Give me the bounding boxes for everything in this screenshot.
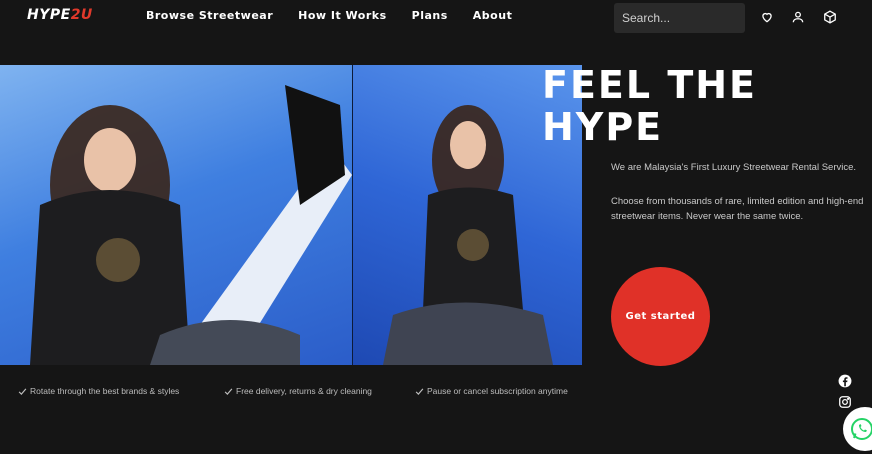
feature-text: Pause or cancel subscription anytime bbox=[427, 386, 568, 396]
nav-how-it-works[interactable]: How It Works bbox=[298, 9, 387, 22]
hero-title-line1: FEEL THE bbox=[542, 63, 757, 107]
hero-description-line1: Choose from thousands of rare, limited e… bbox=[611, 196, 864, 207]
main-nav: Browse Streetwear How It Works Plans Abo… bbox=[146, 9, 537, 22]
feature-item: Free delivery, returns & dry cleaning bbox=[224, 386, 415, 396]
hero-title-line2: HYPE bbox=[542, 105, 664, 149]
nav-browse-streetwear[interactable]: Browse Streetwear bbox=[146, 9, 273, 22]
logo-text: HYPE bbox=[27, 7, 71, 23]
search-input[interactable] bbox=[614, 3, 745, 33]
hype2u-logo[interactable]: HYPE2U bbox=[27, 7, 93, 23]
heart-icon[interactable] bbox=[760, 10, 774, 24]
check-icon bbox=[415, 387, 424, 395]
feature-text: Free delivery, returns & dry cleaning bbox=[236, 386, 372, 396]
feature-item: Rotate through the best brands & styles bbox=[18, 386, 224, 396]
hero-photo-left bbox=[0, 65, 352, 365]
hero-description-line2: streetwear items. Never wear the same tw… bbox=[611, 211, 804, 222]
feature-text: Rotate through the best brands & styles bbox=[30, 386, 180, 396]
instagram-icon[interactable] bbox=[838, 395, 852, 409]
nav-about[interactable]: About bbox=[473, 9, 513, 22]
whatsapp-chat-button[interactable] bbox=[843, 407, 872, 451]
hero-tagline: We are Malaysia's First Luxury Streetwea… bbox=[611, 162, 857, 173]
get-started-button[interactable]: Get started bbox=[611, 267, 710, 366]
hero-title: FEEL THE HYPE bbox=[542, 64, 757, 148]
hero-image bbox=[0, 65, 582, 365]
box-icon[interactable] bbox=[823, 10, 837, 24]
user-icon[interactable] bbox=[791, 10, 805, 24]
facebook-icon[interactable] bbox=[838, 374, 852, 388]
logo-accent-text: 2U bbox=[70, 7, 93, 23]
top-navigation-bar: HYPE2U Browse Streetwear How It Works Pl… bbox=[0, 0, 872, 40]
hero-description: Choose from thousands of rare, limited e… bbox=[611, 194, 872, 224]
feature-item: Pause or cancel subscription anytime bbox=[415, 386, 568, 396]
check-icon bbox=[224, 387, 233, 395]
feature-list: Rotate through the best brands & styles … bbox=[18, 386, 568, 396]
check-icon bbox=[18, 387, 27, 395]
nav-plans[interactable]: Plans bbox=[412, 9, 448, 22]
whatsapp-icon bbox=[851, 418, 872, 440]
